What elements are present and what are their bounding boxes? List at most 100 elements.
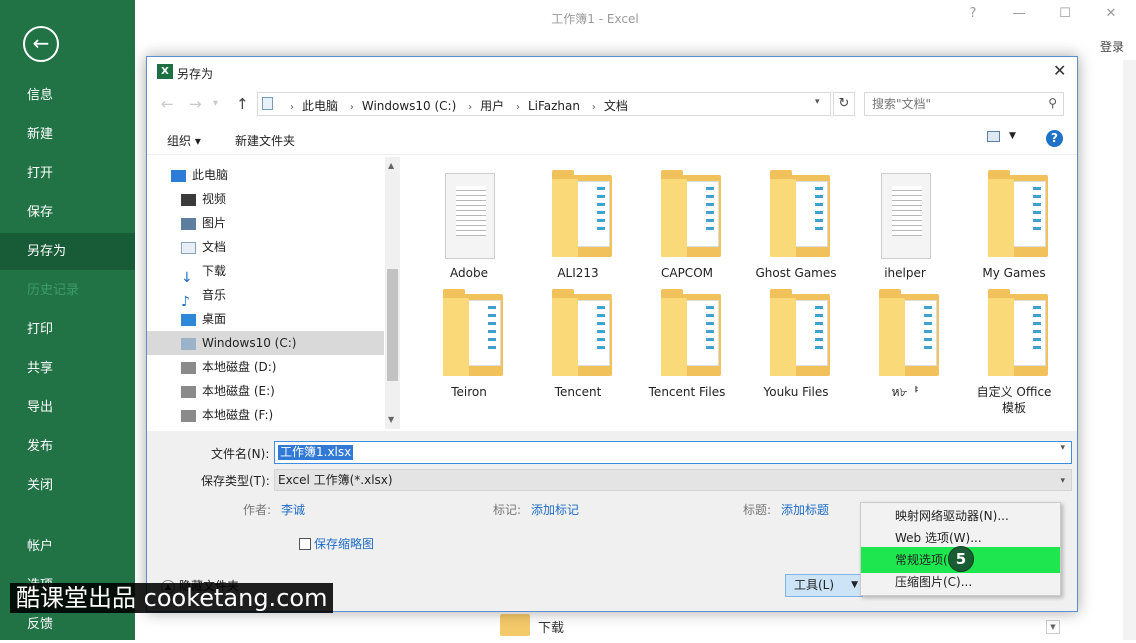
search-icon[interactable]: ⚲ (1048, 96, 1057, 110)
tree-scrollbar[interactable]: ▲ ▼ (385, 157, 400, 429)
savetype-label: 保存类型(T): (201, 474, 270, 488)
folder-item[interactable]: Tencent Files (637, 280, 737, 399)
refresh-icon[interactable]: ↻ (833, 92, 855, 116)
recent-folder-label[interactable]: 下载 (538, 617, 564, 636)
sidebar-item-open[interactable]: 打开 (0, 155, 135, 192)
drive-icon (181, 409, 196, 422)
sidebar-item-save[interactable]: 保存 (0, 194, 135, 231)
maximize-icon[interactable]: ☐ (1054, 6, 1076, 21)
tree-item-desktop[interactable]: 桌面 (147, 307, 384, 331)
breadcrumb-item[interactable]: 此电脑 (302, 99, 338, 113)
folder-item[interactable]: Adobe (419, 161, 519, 280)
tree-item-drive-c[interactable]: Windows10 (C:) (147, 331, 384, 355)
window-scrollbar[interactable] (1123, 60, 1136, 640)
folder-item[interactable]: Teiron (419, 280, 519, 399)
close-icon[interactable]: ✕ (1100, 6, 1122, 21)
login-link[interactable]: 登录 (1100, 38, 1124, 55)
computer-icon (171, 169, 186, 182)
folder-item[interactable]: Youku Files (746, 280, 846, 399)
nav-forward-icon[interactable]: → (189, 95, 202, 113)
folder-item[interactable]: Ghost Games (746, 161, 846, 280)
new-folder-button[interactable]: 新建文件夹 (235, 132, 295, 149)
sidebar-item-export[interactable]: 导出 (0, 389, 135, 426)
tree-item-documents[interactable]: 文档 (147, 235, 384, 259)
tree-item-downloads[interactable]: ↓ 下载 (147, 259, 384, 286)
breadcrumb-item[interactable]: 用户 (480, 99, 504, 113)
author-value[interactable]: 李诚 (281, 501, 305, 518)
save-thumbnail-label[interactable]: 保存缩略图 (314, 535, 374, 552)
folder-item[interactable]: CAPCOM (637, 161, 737, 280)
sidebar-item-save-as[interactable]: 另存为 (0, 233, 135, 270)
search-box[interactable]: ⚲ (864, 92, 1064, 116)
savetype-select[interactable]: Excel 工作簿(*.xlsx) ▾ (274, 469, 1072, 491)
sidebar-item-info[interactable]: 信息 (0, 77, 135, 114)
folder-item[interactable]: ALI213 (528, 161, 628, 280)
folder-item[interactable]: 自定义 Office 模板 (964, 280, 1064, 415)
sidebar-item-close[interactable]: 关闭 (0, 467, 135, 504)
document-icon (181, 241, 196, 254)
document-folder-icon (881, 173, 931, 259)
scroll-down-icon[interactable]: ▼ (388, 415, 394, 424)
scroll-thumb[interactable] (387, 269, 398, 381)
folder-icon (988, 289, 1048, 376)
scroll-down-icon[interactable]: ▼ (1046, 620, 1060, 634)
tree-item-this-pc[interactable]: 此电脑 (147, 163, 384, 187)
tree-item-pictures[interactable]: 图片 (147, 211, 384, 235)
tags-value[interactable]: 添加标记 (531, 501, 579, 518)
desktop-icon (181, 313, 196, 326)
folder-icon (443, 289, 503, 376)
tree-item-drive-f[interactable]: 本地磁盘 (F:) (147, 403, 384, 427)
filename-label: 文件名(N): (211, 447, 270, 461)
tools-button[interactable]: 工具(L) ▼ (785, 574, 863, 597)
nav-back-icon[interactable]: ← (161, 95, 174, 113)
title-label: 标题: (743, 503, 772, 517)
minimize-icon[interactable]: — (1008, 6, 1030, 21)
folder-item[interactable]: ห৮ᅣ (855, 280, 955, 399)
breadcrumb-item[interactable]: Windows10 (C:) (362, 99, 456, 113)
author-label: 作者: (243, 503, 272, 517)
sidebar-item-account[interactable]: 帐户 (0, 528, 135, 565)
navigation-pane: 此电脑 视频 图片 文档 ↓ 下载 ♪ 音乐 桌面 Windows10 (C:) 本… (147, 157, 400, 429)
scroll-up-icon[interactable]: ▲ (388, 161, 394, 170)
filename-field[interactable]: 工作簿1.xlsx ▾ (274, 441, 1072, 464)
menu-item-map-network-drive[interactable]: 映射网络驱动器(N)... (861, 505, 1060, 527)
help-icon[interactable]: ? (1046, 130, 1063, 147)
folder-icon (770, 170, 830, 257)
folder-item[interactable]: Tencent (528, 280, 628, 399)
dialog-close-icon[interactable]: ✕ (1053, 61, 1066, 80)
organize-button[interactable]: 组织 ▾ (167, 132, 201, 149)
menu-item-compress-pictures[interactable]: 压缩图片(C)... (861, 571, 1060, 593)
step-badge: 5 (948, 546, 974, 572)
folder-icon (500, 614, 530, 636)
chevron-down-icon[interactable]: ▾ (1060, 443, 1065, 453)
folder-icon (988, 170, 1048, 257)
tree-item-drive-d[interactable]: 本地磁盘 (D:) (147, 355, 384, 379)
address-bar[interactable]: › 此电脑 › Windows10 (C:) › 用户 › LiFazhan › 文档 ▾ (257, 92, 831, 116)
chevron-down-icon[interactable]: ▾ (815, 97, 820, 107)
title-value[interactable]: 添加标题 (781, 501, 829, 518)
view-icon[interactable] (987, 131, 1000, 142)
back-arrow-icon[interactable]: ← (23, 26, 59, 62)
help-icon[interactable]: ? (962, 6, 984, 21)
breadcrumb-item[interactable]: 文档 (604, 99, 628, 113)
drive-icon (181, 385, 196, 398)
sidebar-item-print[interactable]: 打印 (0, 311, 135, 348)
save-thumbnail-checkbox[interactable] (299, 538, 311, 550)
folder-item[interactable]: ihelper (855, 161, 955, 280)
tree-item-videos[interactable]: 视频 (147, 187, 384, 211)
document-folder-icon (445, 173, 495, 259)
chevron-down-icon[interactable]: ▼ (1009, 131, 1016, 141)
breadcrumb-item[interactable]: LiFazhan (528, 99, 580, 113)
sidebar-item-share[interactable]: 共享 (0, 350, 135, 387)
chevron-down-icon[interactable]: ▾ (1060, 471, 1065, 491)
tree-item-music[interactable]: ♪ 音乐 (147, 283, 384, 310)
sidebar-item-publish[interactable]: 发布 (0, 428, 135, 465)
filename-value[interactable]: 工作簿1.xlsx (278, 445, 354, 460)
video-icon (181, 193, 196, 206)
document-icon (262, 97, 273, 110)
tree-item-drive-e[interactable]: 本地磁盘 (E:) (147, 379, 384, 403)
folder-item[interactable]: My Games (964, 161, 1064, 280)
sidebar-item-new[interactable]: 新建 (0, 116, 135, 153)
search-input[interactable] (865, 93, 1035, 115)
nav-up-icon[interactable]: ↑ (236, 95, 249, 113)
